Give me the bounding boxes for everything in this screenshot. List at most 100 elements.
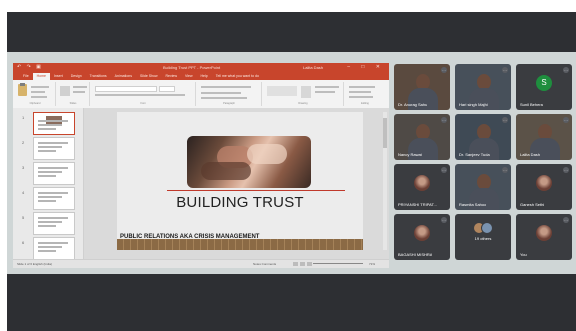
ribbon-caption: Clipboard (29, 102, 41, 105)
participant-tile[interactable]: … BAGASHI MISHRA (394, 214, 450, 260)
slide-thumbnail[interactable]: 6 (22, 237, 75, 260)
participant-tile[interactable]: … You (516, 214, 572, 260)
tab-transitions[interactable]: Transitions (86, 73, 111, 80)
slide-thumbnail[interactable]: 2 (22, 137, 75, 160)
tab-home[interactable]: Home (32, 73, 50, 80)
window-controls[interactable]: – □ ✕ (347, 64, 385, 70)
avatar (414, 175, 430, 191)
tab-help[interactable]: Help (197, 73, 212, 80)
mic-muted-icon: … (563, 217, 569, 223)
mic-muted-icon: … (441, 167, 447, 173)
ppt-title-bar: ↶ ↷ ▣ Building Trust PPT - PowerPoint La… (13, 63, 389, 72)
document-title: Building Trust PPT - PowerPoint (163, 65, 221, 70)
tab-slide-show[interactable]: Slide Show (136, 73, 162, 80)
ribbon-group-paragraph: Paragraph (197, 82, 262, 106)
participant-tile[interactable]: … PRIYANSHI TRIPAT... (394, 164, 450, 210)
notes-comments[interactable]: Notes Comments (253, 262, 276, 266)
participant-name: Lalita Dash (520, 152, 541, 157)
ribbon-tabs: File Home Insert Design Transitions Animation… (13, 72, 389, 80)
thumbnail-number: 3 (22, 165, 25, 170)
mic-muted-icon: … (563, 167, 569, 173)
signed-in-user[interactable]: Lalita Dash (303, 65, 323, 70)
others-avatars (473, 222, 493, 234)
ribbon-group-editing: Editing (345, 82, 385, 106)
avatar (536, 175, 552, 191)
tab-tell-me-what-you-want-to-do[interactable]: Tell me what you want to do (212, 73, 263, 80)
slide-canvas[interactable]: BUILDING TRUST PUBLIC RELATIONS AKA CRIS… (117, 112, 363, 250)
slide-thumbnail[interactable]: 3 (22, 162, 75, 185)
mic-muted-icon: … (502, 67, 508, 73)
mic-muted-icon: … (502, 167, 508, 173)
zoom-level: 71% (369, 262, 376, 266)
participant-name: BAGASHI MISHRA (398, 252, 433, 257)
wooden-floor-decoration (117, 239, 363, 250)
participant-name: PRIYANSHI TRIPAT... (398, 202, 437, 207)
vertical-scrollbar[interactable] (383, 112, 387, 250)
tab-design[interactable]: Design (67, 73, 86, 80)
avatar (414, 225, 430, 241)
slide-thumbnail[interactable]: 4 (22, 187, 75, 210)
ppt-status-bar: Slide 1 of 6 English (India) Notes Comme… (13, 259, 389, 268)
participant-name: Hari singh Majhi (459, 102, 488, 107)
slide-editor: BUILDING TRUST PUBLIC RELATIONS AKA CRIS… (84, 108, 389, 260)
mic-muted-icon: … (441, 217, 447, 223)
zoom-slider[interactable] (313, 263, 363, 264)
mic-muted-icon: … (563, 117, 569, 123)
shared-powerpoint-window: ↶ ↷ ▣ Building Trust PPT - PowerPoint La… (13, 63, 389, 268)
participant-tile[interactable]: … Nancy Rawat (394, 114, 450, 160)
sorter-view-icon[interactable] (300, 262, 305, 266)
slide-thumbnail-pane: 1 2 3 4 5 6 (13, 108, 84, 260)
participant-tile[interactable]: … Ganesh Sethi (516, 164, 572, 210)
slide-title: BUILDING TRUST (176, 194, 304, 211)
participant-tile[interactable]: … Dr. Anurag Sahu (394, 64, 450, 110)
mic-muted-icon: … (563, 67, 569, 73)
ribbon-caption: Drawing (298, 102, 308, 105)
avatar: S (536, 75, 552, 91)
participant-name: Dr. Anurag Sahu (398, 102, 428, 107)
quick-access-toolbar[interactable]: ↶ ↷ ▣ (17, 64, 43, 70)
participant-name: Dr. Sanjeev Tuda (459, 152, 490, 157)
participant-tile[interactable]: 19 others (455, 214, 511, 260)
ribbon-caption: Font (140, 102, 146, 105)
slide-thumbnail[interactable]: 1 (22, 112, 75, 135)
tab-insert[interactable]: Insert (50, 73, 67, 80)
participant-tile[interactable]: … Hari singh Majhi (455, 64, 511, 110)
reading-view-icon[interactable] (307, 262, 312, 266)
normal-view-icon[interactable] (293, 262, 298, 266)
participant-name: You (520, 252, 527, 257)
slide-thumbnail[interactable]: 5 (22, 212, 75, 235)
thumbnail-number: 1 (22, 115, 25, 120)
paste-icon[interactable] (18, 83, 27, 96)
hands-image (187, 136, 311, 188)
tab-review[interactable]: Review (162, 73, 181, 80)
tab-file[interactable]: File (19, 73, 33, 80)
participant-name: Nancy Rawat (398, 152, 422, 157)
ribbon-caption: Paragraph (223, 102, 235, 105)
thumbnail-number: 5 (22, 215, 25, 220)
ribbon: Clipboard Slides Font Paragraph Drawing (13, 80, 389, 109)
participant-tile[interactable]: … Rasmita Sahoo (455, 164, 511, 210)
avatar (536, 225, 552, 241)
ribbon-group-font: Font (91, 82, 196, 106)
participant-name: Sunil Behera (520, 102, 543, 107)
mic-muted-icon: … (502, 117, 508, 123)
ribbon-group-drawing: Drawing (263, 82, 344, 106)
mic-muted-icon: … (441, 117, 447, 123)
ribbon-group-slides: Slides (57, 82, 90, 106)
thumbnail-number: 6 (22, 240, 25, 245)
title-rule (167, 190, 345, 191)
ribbon-group-clipboard: Clipboard (15, 82, 56, 106)
meeting-bottom-area (7, 274, 576, 331)
thumbnail-number: 4 (22, 190, 25, 195)
ribbon-caption: Editing (361, 102, 369, 105)
participant-tile[interactable]: … Dr. Sanjeev Tuda (455, 114, 511, 160)
status-slide-info: Slide 1 of 6 English (India) (17, 262, 53, 266)
tab-animations[interactable]: Animations (111, 73, 136, 80)
participant-tile[interactable]: … Lalita Dash (516, 114, 572, 160)
participant-name: 19 others (474, 236, 492, 241)
mic-muted-icon: … (441, 67, 447, 73)
tab-view[interactable]: View (181, 73, 197, 80)
participant-name: Ganesh Sethi (520, 202, 545, 207)
ribbon-caption: Slides (69, 102, 77, 105)
participant-tile[interactable]: S … Sunil Behera (516, 64, 572, 110)
